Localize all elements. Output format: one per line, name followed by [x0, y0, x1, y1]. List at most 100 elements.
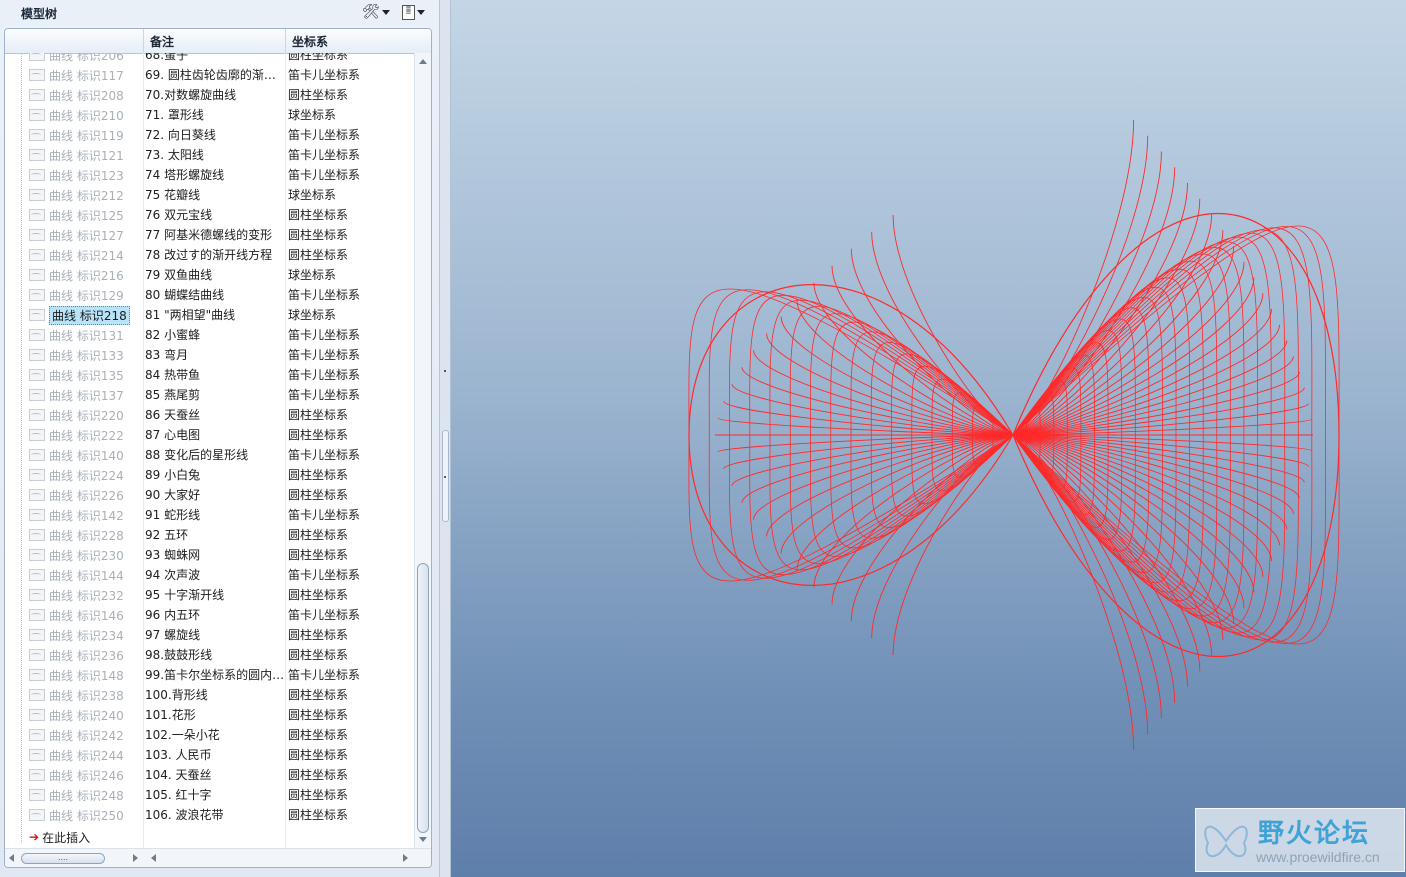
feature-cell[interactable]: 曲线 标识216 — [29, 267, 124, 283]
tree-row[interactable]: 曲线 标识242 102.一朵小花 圆柱坐标系 — [5, 725, 413, 745]
tree-row[interactable]: 曲线 标识208 70.对数螺旋曲线 圆柱坐标系 — [5, 85, 413, 105]
feature-cell[interactable]: 曲线 标识234 — [29, 627, 124, 643]
datum-curve-icon — [29, 229, 45, 241]
scroll-right-icon[interactable] — [133, 854, 138, 862]
tree-row[interactable]: 曲线 标识144 94 次声波 笛卡儿坐标系 — [5, 565, 413, 585]
tree-row[interactable]: 曲线 标识230 93 蜘蛛网 圆柱坐标系 — [5, 545, 413, 565]
feature-cell[interactable]: 曲线 标识148 — [29, 667, 124, 683]
insert-here-marker[interactable]: ➔ 在此插入 — [29, 829, 90, 845]
feature-cell[interactable]: 曲线 标识238 — [29, 687, 124, 703]
feature-cell[interactable]: 曲线 标识140 — [29, 447, 124, 463]
scroll-right-icon[interactable] — [403, 854, 408, 862]
tree-row[interactable]: 曲线 标识216 79 双鱼曲线 球坐标系 — [5, 265, 413, 285]
tree-row[interactable]: 曲线 标识214 78 改过す的渐开线方程 圆柱坐标系 — [5, 245, 413, 265]
feature-cell[interactable]: 曲线 标识246 — [29, 767, 124, 783]
tree-row[interactable]: 曲线 标识137 85 燕尾剪 笛卡儿坐标系 — [5, 385, 413, 405]
feature-cell[interactable]: 曲线 标识131 — [29, 327, 124, 343]
tree-row[interactable]: 曲线 标识226 90 大家好 圆柱坐标系 — [5, 485, 413, 505]
feature-cell[interactable]: 曲线 标识212 — [29, 187, 124, 203]
tree-row[interactable]: 曲线 标识220 86 天蚕丝 圆柱坐标系 — [5, 405, 413, 425]
tree-row[interactable]: 曲线 标识222 87 心电图 圆柱坐标系 — [5, 425, 413, 445]
tree-row[interactable]: 曲线 标识140 88 变化后的星形线 笛卡儿坐标系 — [5, 445, 413, 465]
tree-row[interactable]: 曲线 标识240 101.花形 圆柱坐标系 — [5, 705, 413, 725]
feature-cell[interactable]: 曲线 标识119 — [29, 127, 124, 143]
tree-row[interactable]: 曲线 标识148 99.笛卡尔坐标系的圆内螺线 笛卡儿坐标系 — [5, 665, 413, 685]
feature-cell[interactable]: 曲线 标识236 — [29, 647, 124, 663]
feature-cell[interactable]: 曲线 标识142 — [29, 507, 124, 523]
tree-row[interactable]: 曲线 标识119 72. 向日葵线 笛卡儿坐标系 — [5, 125, 413, 145]
column-header-tree[interactable] — [5, 29, 143, 53]
feature-cell[interactable]: 曲线 标识228 — [29, 527, 124, 543]
feature-cell[interactable]: 曲线 标识121 — [29, 147, 124, 163]
tree-row[interactable]: 曲线 标识248 105. 红十字 圆柱坐标系 — [5, 785, 413, 805]
graphics-viewport[interactable]: 野火论坛 www.proewildfire.cn — [451, 0, 1406, 877]
feature-cell[interactable]: 曲线 标识206 — [29, 53, 124, 63]
feature-cell[interactable]: 曲线 标识226 — [29, 487, 124, 503]
model-tree[interactable]: 备注 坐标系 曲线 标识206 68.蛋子 圆柱坐标系 曲线 标识117 69. 圆柱齿… — [4, 28, 432, 868]
horizontal-scrollbar[interactable]: .... — [5, 848, 431, 867]
tree-row[interactable]: 曲线 标识236 98.鼓鼓形线 圆柱坐标系 — [5, 645, 413, 665]
feature-cell[interactable]: 曲线 标识135 — [29, 367, 124, 383]
tree-row[interactable]: 曲线 标识250 106. 波浪花带 圆柱坐标系 — [5, 805, 413, 825]
scroll-left-icon[interactable] — [9, 854, 14, 862]
feature-cell[interactable]: 曲线 标识218 — [29, 305, 130, 325]
feature-cell[interactable]: 曲线 标识144 — [29, 567, 124, 583]
column-header-coord[interactable]: 坐标系 — [285, 29, 431, 53]
panel-splitter[interactable] — [440, 0, 451, 877]
tree-row[interactable]: 曲线 标识117 69. 圆柱齿轮齿廓的渐开线 笛卡儿坐标系 — [5, 65, 413, 85]
feature-cell[interactable]: 曲线 标识133 — [29, 347, 124, 363]
feature-cell[interactable]: 曲线 标识232 — [29, 587, 124, 603]
tree-row[interactable]: 曲线 标识228 92 五环 圆柱坐标系 — [5, 525, 413, 545]
settings-tool-button[interactable]: 🛠 — [362, 2, 390, 22]
feature-cell[interactable]: 曲线 标识220 — [29, 407, 124, 423]
tree-row[interactable]: 曲线 标识127 77 阿基米德螺线的变形 圆柱坐标系 — [5, 225, 413, 245]
tree-row[interactable]: 曲线 标识129 80 蝴蝶结曲线 笛卡儿坐标系 — [5, 285, 413, 305]
feature-cell[interactable]: 曲线 标识127 — [29, 227, 124, 243]
feature-cell[interactable]: 曲线 标识222 — [29, 427, 124, 443]
show-menu-button[interactable]: ≡ ≡ — [402, 2, 425, 22]
tree-row[interactable]: 曲线 标识232 95 十字渐开线 圆柱坐标系 — [5, 585, 413, 605]
feature-cell[interactable]: 曲线 标识125 — [29, 207, 124, 223]
tree-row[interactable]: 曲线 标识125 76 双元宝线 圆柱坐标系 — [5, 205, 413, 225]
feature-cell[interactable]: 曲线 标识230 — [29, 547, 124, 563]
feature-cell[interactable]: 曲线 标识129 — [29, 287, 124, 303]
tree-row[interactable]: 曲线 标识206 68.蛋子 圆柱坐标系 — [5, 53, 413, 65]
scroll-thumb[interactable]: .... — [21, 853, 105, 864]
vertical-scrollbar[interactable] — [414, 53, 431, 848]
column-header-note[interactable]: 备注 — [143, 29, 285, 53]
tree-row[interactable]: 曲线 标识142 91 蛇形线 笛卡儿坐标系 — [5, 505, 413, 525]
tree-row[interactable]: 曲线 标识234 97 螺旋线 圆柱坐标系 — [5, 625, 413, 645]
tree-row[interactable]: 曲线 标识244 103. 人民币 圆柱坐标系 — [5, 745, 413, 765]
tree-row[interactable]: 曲线 标识218 81 "两相望"曲线 球坐标系 — [5, 305, 413, 325]
feature-cell[interactable]: 曲线 标识137 — [29, 387, 124, 403]
scroll-left-icon[interactable] — [151, 854, 156, 862]
feature-cell[interactable]: 曲线 标识210 — [29, 107, 124, 123]
feature-cell[interactable]: 曲线 标识240 — [29, 707, 124, 723]
feature-cell[interactable]: 曲线 标识250 — [29, 807, 124, 823]
tree-row[interactable]: 曲线 标识131 82 小蜜蜂 笛卡儿坐标系 — [5, 325, 413, 345]
tree-row[interactable]: 曲线 标识133 83 弯月 笛卡儿坐标系 — [5, 345, 413, 365]
tree-row[interactable]: 曲线 标识210 71. 罩形线 球坐标系 — [5, 105, 413, 125]
scroll-thumb[interactable] — [417, 563, 429, 833]
tree-row[interactable]: 曲线 标识123 74 塔形螺旋线 笛卡儿坐标系 — [5, 165, 413, 185]
tree-row[interactable]: 曲线 标识238 100.背形线 圆柱坐标系 — [5, 685, 413, 705]
feature-cell[interactable]: 曲线 标识248 — [29, 787, 124, 803]
feature-cell[interactable]: 曲线 标识208 — [29, 87, 124, 103]
tree-row[interactable]: 曲线 标识146 96 内五环 笛卡儿坐标系 — [5, 605, 413, 625]
feature-cell[interactable]: 曲线 标识224 — [29, 467, 124, 483]
tree-row[interactable]: 曲线 标识121 73. 太阳线 笛卡儿坐标系 — [5, 145, 413, 165]
feature-cell[interactable]: 曲线 标识214 — [29, 247, 124, 263]
scroll-up-icon[interactable] — [419, 59, 427, 64]
tree-row[interactable]: 曲线 标识212 75 花瓣线 球坐标系 — [5, 185, 413, 205]
tree-row[interactable]: 曲线 标识224 89 小白兔 圆柱坐标系 — [5, 465, 413, 485]
scroll-down-icon[interactable] — [419, 837, 427, 842]
tree-row[interactable]: 曲线 标识246 104. 天蚕丝 圆柱坐标系 — [5, 765, 413, 785]
feature-cell[interactable]: 曲线 标识123 — [29, 167, 124, 183]
feature-cell[interactable]: 曲线 标识146 — [29, 607, 124, 623]
feature-cell[interactable]: 曲线 标识117 — [29, 67, 124, 83]
feature-cell[interactable]: 曲线 标识244 — [29, 747, 124, 763]
feature-cell[interactable]: 曲线 标识242 — [29, 727, 124, 743]
tree-row[interactable]: 曲线 标识135 84 热带鱼 笛卡儿坐标系 — [5, 365, 413, 385]
feature-label: 曲线 标识236 — [49, 648, 124, 663]
coord-system-cell: 圆柱坐标系 — [288, 428, 349, 442]
